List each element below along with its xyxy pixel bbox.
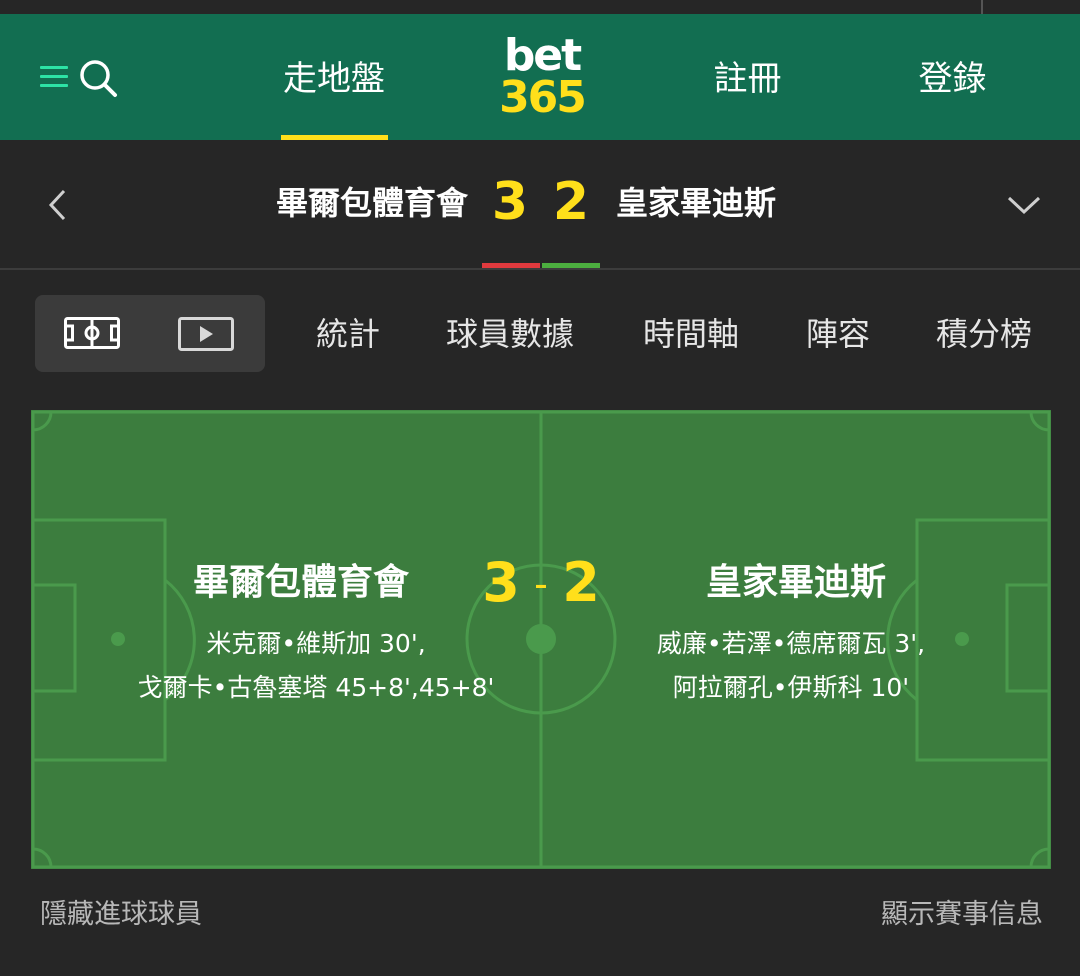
chevron-down-icon[interactable] [1006, 192, 1042, 216]
home-score: 3 [491, 172, 529, 232]
home-team-name: 畢爾包體育會 [275, 184, 468, 222]
pitch-away-team-name: 皇家畢迪斯 [705, 562, 886, 603]
menu-icon[interactable] [40, 64, 70, 90]
tab-lineup[interactable]: 陣容 [806, 310, 870, 358]
status-strip [0, 0, 1080, 14]
status-divider [981, 0, 983, 14]
bet365-logo[interactable]: bet 365 [490, 34, 594, 124]
tab-timeline[interactable]: 時間軸 [643, 310, 739, 358]
match-tabs: 統計 球員數據 時間軸 陣容 積分榜 [0, 272, 1080, 392]
logo-bet-text: bet [503, 30, 582, 81]
tab-league-table[interactable]: 積分榜 [936, 310, 1032, 358]
video-icon[interactable] [178, 317, 234, 351]
register-button[interactable]: 註冊 [700, 54, 795, 104]
site-header: 走地盤 bet 365 註冊 登錄 [0, 14, 1080, 140]
pitch-score-separator: - [534, 562, 548, 606]
home-scorer: 米克爾•維斯加 30', [206, 629, 426, 658]
show-match-info-link[interactable]: 顯示賽事信息 [881, 893, 1043, 937]
pitch-visualisation: 畢爾包體育會 3 - 2 皇家畢迪斯 米克爾•維斯加 30', 戈爾卡•古魯塞塔… [31, 410, 1051, 869]
away-scorer: 阿拉爾孔•伊斯科 10' [672, 673, 910, 702]
match-scoreboard: 畢爾包體育會 3 2 皇家畢迪斯 [0, 140, 1080, 270]
tab-player-data[interactable]: 球員數據 [446, 310, 574, 358]
pitch-home-team-name: 畢爾包體育會 [192, 562, 409, 603]
pitch-home-score: 3 [482, 551, 520, 614]
home-scorer: 戈爾卡•古魯塞塔 45+8',45+8' [137, 673, 495, 702]
away-scorer: 威廉•若澤•德席爾瓦 3', [656, 629, 926, 658]
nav-live-betting[interactable]: 走地盤 [270, 54, 398, 104]
tab-stats[interactable]: 統計 [316, 310, 380, 358]
away-score: 2 [552, 172, 590, 232]
away-team-color-bar [542, 263, 600, 268]
view-toggle [35, 295, 265, 372]
hide-scorers-link[interactable]: 隱藏進球球員 [40, 893, 202, 937]
logo-365-text: 365 [499, 72, 587, 123]
pitch-away-score: 2 [562, 551, 600, 614]
pitch-view-icon[interactable] [64, 317, 120, 349]
login-button[interactable]: 登錄 [905, 54, 1000, 104]
away-team-name: 皇家畢迪斯 [616, 184, 777, 222]
search-icon[interactable] [78, 58, 118, 98]
home-team-color-bar [482, 263, 540, 268]
chevron-left-icon[interactable] [44, 188, 74, 222]
